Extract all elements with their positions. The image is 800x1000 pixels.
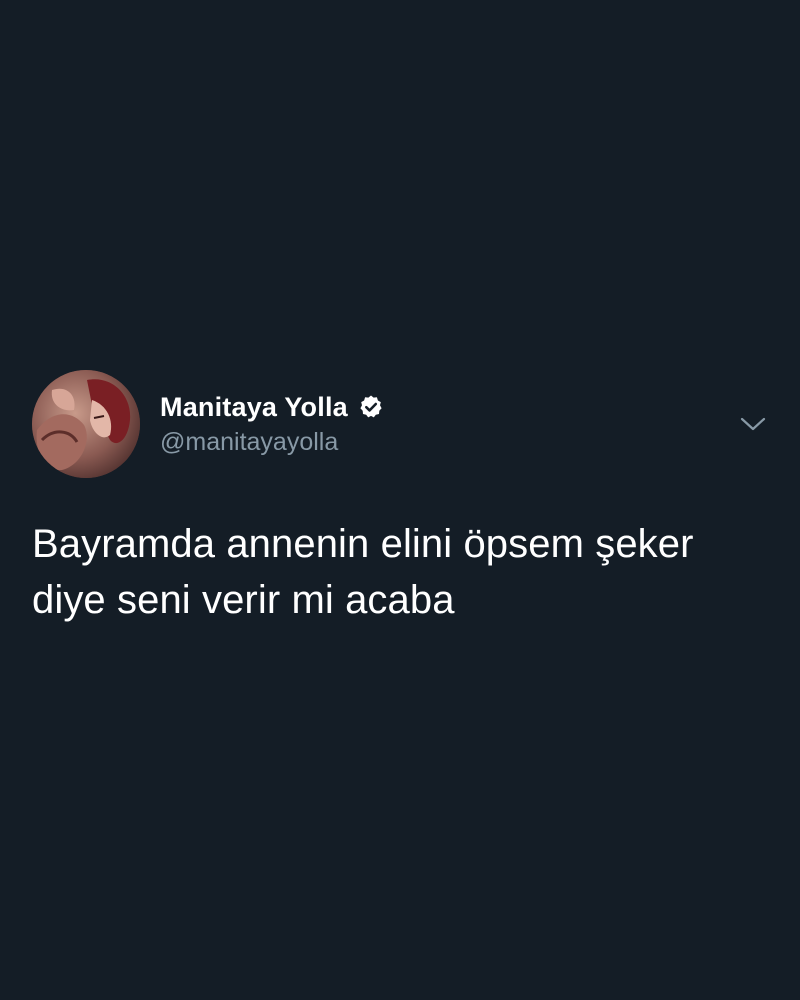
tweet-header: Manitaya Yolla @manitayayolla	[32, 370, 772, 480]
author-info: Manitaya Yolla @manitayayolla	[160, 390, 384, 457]
avatar[interactable]	[32, 370, 140, 478]
tweet-card: Manitaya Yolla @manitayayolla Bayramda a…	[32, 370, 772, 628]
tweet-text: Bayramda annenin elini öpsem şeker diye …	[32, 522, 694, 622]
display-name-row: Manitaya Yolla	[160, 390, 384, 424]
display-name[interactable]: Manitaya Yolla	[160, 392, 348, 423]
tweet-screen: Manitaya Yolla @manitayayolla Bayramda a…	[0, 0, 800, 1000]
author-handle[interactable]: @manitayayolla	[160, 428, 384, 457]
avatar-illustration	[32, 370, 140, 478]
verified-badge-icon	[358, 394, 384, 420]
chevron-down-icon[interactable]	[738, 414, 768, 434]
